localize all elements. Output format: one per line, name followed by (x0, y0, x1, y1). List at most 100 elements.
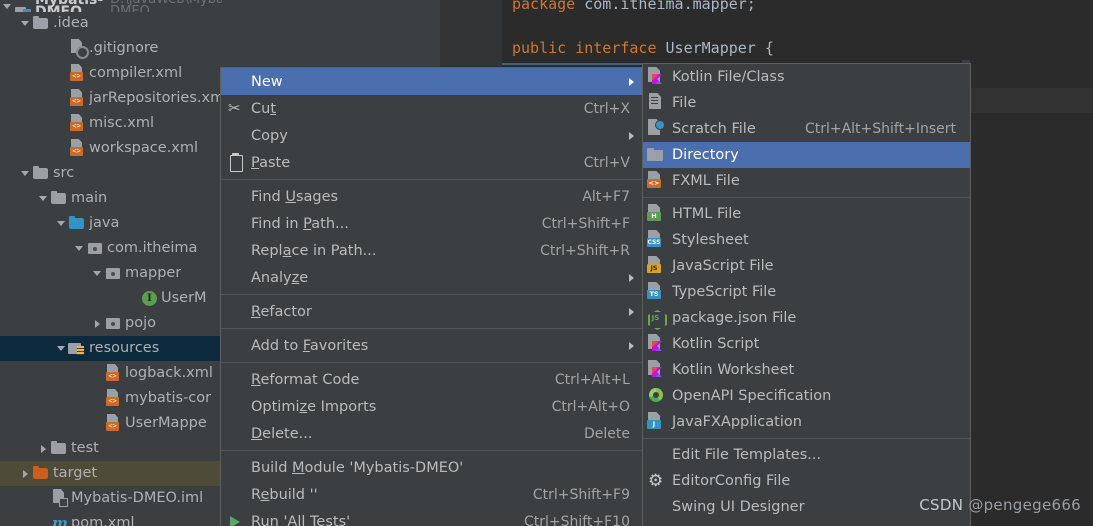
tree-item-label: target (53, 465, 98, 481)
menu-icon-slot (221, 454, 251, 481)
chevron-right-icon[interactable] (90, 311, 104, 336)
chevron-down-icon[interactable] (72, 236, 86, 261)
tree-row[interactable]: java (0, 211, 222, 236)
tree-item-label: workspace.xml (89, 140, 198, 156)
context-menu[interactable]: New Cut Ctrl+X Copy Paste Ctrl+V Find Usages Al… (220, 67, 645, 526)
tree-row[interactable]: workspace.xml (0, 136, 222, 161)
context-menu-item[interactable]: Refactor (221, 298, 644, 325)
new-submenu-item[interactable]: Stylesheet (643, 227, 970, 253)
new-submenu-item-label: Scratch File (672, 121, 756, 137)
tree-row[interactable]: pom.xml (0, 511, 222, 526)
tree-row[interactable]: target (0, 461, 222, 486)
context-menu-item[interactable]: Cut Ctrl+X (221, 95, 644, 122)
context-menu-item[interactable]: Copy (221, 122, 644, 149)
menu-icon-slot (221, 68, 251, 95)
context-menu-shortcut: Ctrl+V (583, 154, 630, 171)
tree-row[interactable]: UserM (0, 286, 222, 311)
css-icon (643, 227, 672, 253)
context-menu-item-label: Cut (251, 100, 277, 117)
context-menu-item[interactable]: Rebuild '' Ctrl+Shift+F9 (221, 481, 644, 508)
new-submenu-item[interactable]: Scratch File Ctrl+Alt+Shift+Insert (643, 116, 970, 142)
context-menu-item-label: New (251, 73, 283, 90)
java-icon (643, 409, 672, 435)
tree-row[interactable]: src (0, 161, 222, 186)
tree-row[interactable]: compiler.xml (0, 61, 222, 86)
context-menu-item[interactable]: Replace in Path... Ctrl+Shift+R (221, 237, 644, 264)
context-menu-item[interactable]: Find Usages Alt+F7 (221, 183, 644, 210)
tree-row[interactable]: logback.xml (0, 361, 222, 386)
chevron-down-icon[interactable] (54, 336, 68, 361)
context-menu-item-label: Find in Path... (251, 215, 349, 232)
menu-icon-slot (221, 332, 251, 359)
chevron-right-icon[interactable] (18, 461, 32, 486)
ts-icon (643, 279, 672, 305)
tree-row[interactable]: Mybatis-DMEO.iml (0, 486, 222, 511)
new-submenu-item[interactable]: JavaScript File (643, 253, 970, 279)
js-icon (643, 253, 672, 279)
new-submenu-item[interactable]: Kotlin File/Class (643, 64, 970, 90)
new-submenu-item[interactable]: package.json File (643, 305, 970, 331)
menu-icon-slot (221, 237, 251, 264)
menu-icon-slot (221, 393, 251, 420)
tree-row[interactable]: com.itheima (0, 236, 222, 261)
context-menu-item[interactable]: Optimize Imports Ctrl+Alt+O (221, 393, 644, 420)
new-submenu-item-label: JavaScript File (672, 258, 774, 274)
project-tree[interactable]: .idea .gitignore compiler.xml jarRepositori… (0, 11, 222, 526)
context-menu-item[interactable]: Analyze (221, 264, 644, 291)
new-submenu-item[interactable]: Directory (643, 142, 970, 168)
package-icon (104, 261, 122, 286)
context-menu-shortcut: Alt+F7 (582, 188, 630, 205)
new-submenu-item[interactable]: EditorConfig File (643, 468, 970, 494)
context-menu-item[interactable]: Reformat Code Ctrl+Alt+L (221, 366, 644, 393)
context-menu-item[interactable]: Run 'All Tests' Ctrl+Shift+F10 (221, 508, 644, 526)
new-submenu-item[interactable]: OpenAPI Specification (643, 383, 970, 409)
tree-row[interactable]: test (0, 436, 222, 461)
tree-row[interactable]: .gitignore (0, 36, 222, 61)
tree-row[interactable]: UserMappe (0, 411, 222, 436)
menu-icon-slot (221, 122, 251, 149)
context-menu-item[interactable]: Find in Path... Ctrl+Shift+F (221, 210, 644, 237)
chevron-down-icon[interactable] (90, 261, 104, 286)
new-submenu[interactable]: Kotlin File/Class File Scratch File Ctrl+Al… (642, 63, 971, 526)
new-submenu-item[interactable]: JavaFXApplication (643, 409, 970, 435)
new-submenu-item[interactable]: FXML File (643, 168, 970, 194)
new-submenu-item-label: Edit File Templates... (672, 447, 822, 463)
chevron-right-icon[interactable] (36, 436, 50, 461)
tree-row[interactable]: misc.xml (0, 111, 222, 136)
new-submenu-item[interactable]: Kotlin Script (643, 331, 970, 357)
menu-icon-slot (221, 183, 251, 210)
new-submenu-item[interactable]: Edit File Templates... (643, 442, 970, 468)
chevron-down-icon[interactable] (18, 11, 32, 36)
new-submenu-item[interactable]: TypeScript File (643, 279, 970, 305)
folder-orange-icon (32, 461, 50, 486)
new-submenu-item[interactable]: HTML File (643, 201, 970, 227)
tree-item-label: .idea (53, 15, 89, 31)
context-menu-item[interactable]: Build Module 'Mybatis-DMEO' (221, 454, 644, 481)
tree-row[interactable]: mapper (0, 261, 222, 286)
tree-row[interactable]: .idea (0, 11, 222, 36)
chevron-down-icon[interactable] (54, 211, 68, 236)
new-submenu-item-label: TypeScript File (672, 284, 777, 300)
new-submenu-item[interactable]: Kotlin Worksheet (643, 357, 970, 383)
tree-row[interactable]: mybatis-cor (0, 386, 222, 411)
chevron-down-icon[interactable] (36, 186, 50, 211)
chevron-down-icon[interactable] (18, 161, 32, 186)
tree-item-label: mybatis-cor (125, 390, 212, 406)
context-menu-item[interactable]: Paste Ctrl+V (221, 149, 644, 176)
tree-row[interactable]: jarRepositories.xm (0, 86, 222, 111)
project-tool-window[interactable]: Mybatis-DMEO D:\javaWeb\Mybatis-DMEO .id… (0, 0, 222, 526)
tree-row[interactable]: resources (0, 336, 222, 361)
context-menu-shortcut: Ctrl+Shift+F9 (532, 486, 630, 503)
context-menu-shortcut: Ctrl+Shift+F10 (523, 513, 630, 526)
context-menu-item[interactable]: Delete... Delete (221, 420, 644, 447)
xml-icon (68, 136, 86, 161)
context-menu-item[interactable]: New (221, 68, 644, 95)
tree-row[interactable]: main (0, 186, 222, 211)
new-submenu-item[interactable]: File (643, 90, 970, 116)
menu-separator (221, 450, 644, 451)
tree-row[interactable]: pojo (0, 311, 222, 336)
context-menu-item[interactable]: Add to Favorites (221, 332, 644, 359)
